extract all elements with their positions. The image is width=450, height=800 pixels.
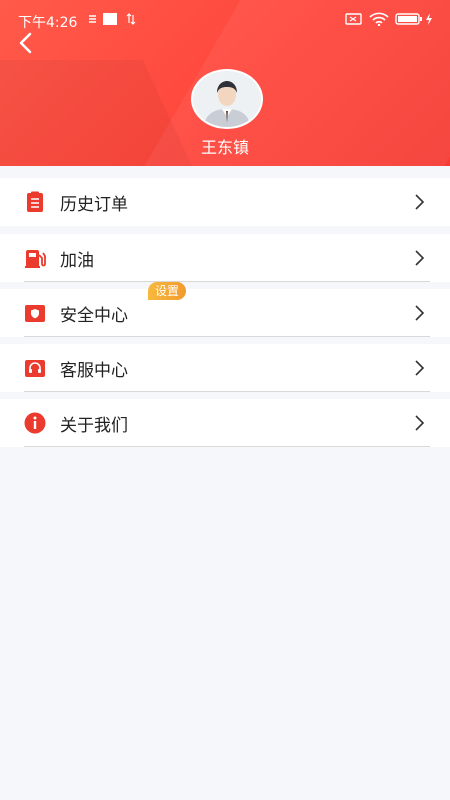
sync-icon bbox=[88, 11, 98, 27]
square-icon bbox=[103, 11, 117, 27]
shield-icon bbox=[24, 302, 46, 324]
user-avatar-icon bbox=[193, 71, 261, 127]
username: 王东镇 bbox=[200, 138, 249, 157]
divider bbox=[24, 391, 430, 392]
headset-icon bbox=[24, 357, 46, 379]
chevron-right-icon bbox=[412, 359, 426, 377]
charging-icon bbox=[425, 11, 433, 27]
divider bbox=[24, 446, 430, 447]
menu-item-label: 历史订单 bbox=[60, 195, 128, 215]
divider bbox=[24, 281, 430, 282]
menu-item-refuel[interactable]: 加油 bbox=[0, 234, 450, 282]
battery-icon bbox=[395, 11, 423, 27]
data-arrows-icon bbox=[126, 11, 136, 27]
settings-badge[interactable]: 设置 bbox=[148, 282, 187, 300]
menu-item-label: 客服中心 bbox=[60, 361, 128, 381]
wifi-icon bbox=[369, 11, 389, 27]
avatar[interactable] bbox=[191, 69, 263, 129]
menu-item-about-us[interactable]: 关于我们 bbox=[0, 399, 450, 447]
menu-item-label: 关于我们 bbox=[60, 416, 128, 436]
fuel-pump-icon bbox=[24, 247, 46, 269]
order-list-icon bbox=[24, 191, 46, 213]
chevron-left-icon bbox=[19, 32, 32, 54]
sim-off-icon bbox=[345, 11, 363, 27]
menu-item-order-history[interactable]: 历史订单 bbox=[0, 178, 450, 226]
chevron-right-icon bbox=[412, 304, 426, 322]
back-button[interactable] bbox=[12, 28, 40, 58]
menu-item-security-center[interactable]: 安全中心 设置 bbox=[0, 282, 450, 337]
chevron-right-icon bbox=[412, 193, 426, 211]
menu-item-customer-service[interactable]: 客服中心 bbox=[0, 344, 450, 392]
menu-item-label: 安全中心 bbox=[60, 306, 128, 326]
info-icon bbox=[24, 412, 46, 434]
profile-header: 下午4:26 王东镇 bbox=[0, 0, 450, 166]
divider bbox=[24, 336, 430, 337]
menu-item-label: 加油 bbox=[60, 251, 94, 271]
chevron-right-icon bbox=[412, 249, 426, 267]
status-bar: 下午4:26 bbox=[0, 0, 450, 40]
chevron-right-icon bbox=[412, 414, 426, 432]
